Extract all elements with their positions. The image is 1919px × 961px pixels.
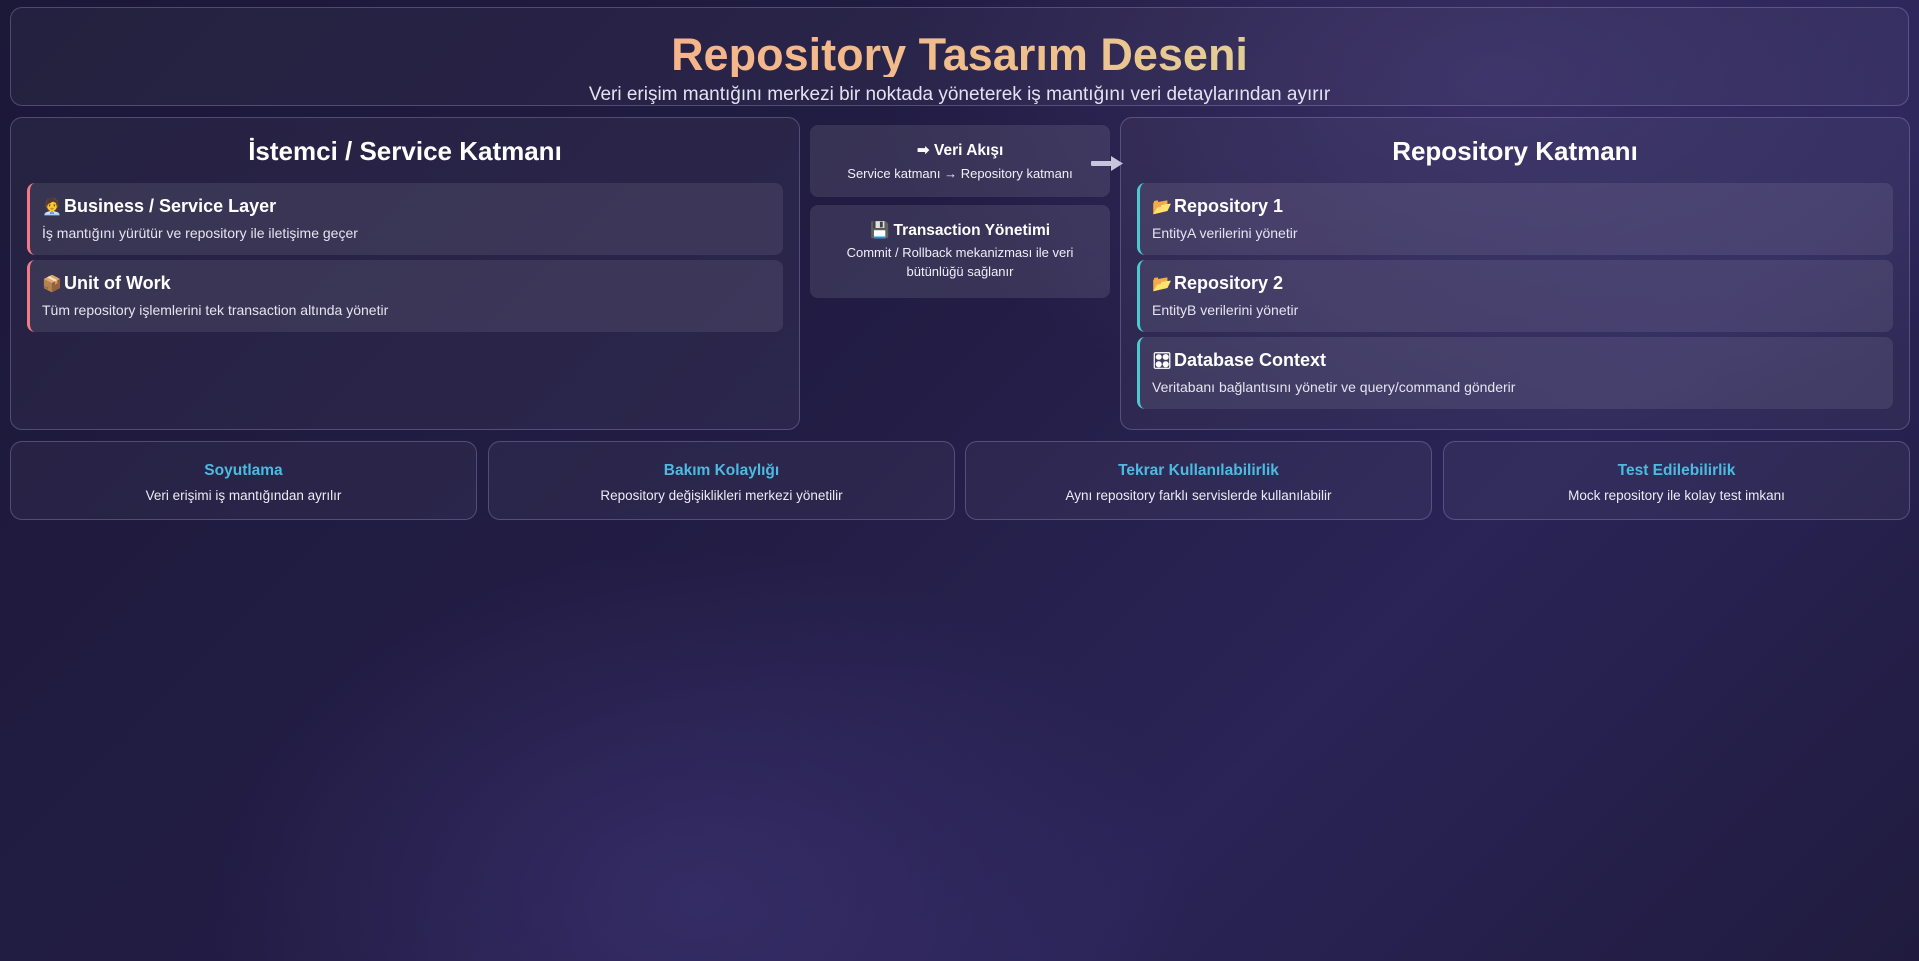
transaction-title: 💾 Transaction Yönetimi [869,222,1051,239]
card-title: Unit of Work [64,273,171,293]
benefit-reusability: Tekrar Kullanılabilirlik Aynı repository… [965,441,1432,520]
unit-of-work-card: 📦 Unit of Work Tüm repository işlemlerini… [27,260,783,332]
card-description: İş mantığını yürütür ve repository ile i… [42,225,358,241]
card-title: Repository 1 [1174,196,1284,216]
header-panel: Repository Tasarım Deseni Veri erişim ma… [10,7,1909,106]
benefit-description: Repository değişiklikleri merkezi yöneti… [600,488,843,503]
repository-2-card: 📂 Repository 2 EntityB verilerini yönetir [1137,260,1893,332]
data-flow-title: ➡ Veri Akışı [916,142,1004,159]
benefit-description: Mock repository ile kolay test imkanı [1568,488,1785,503]
control-knobs-icon: 🎛 [1152,353,1173,370]
client-service-layer-panel: İstemci / Service Katmanı 🧑‍💼 Business / … [10,117,800,430]
card-description: Tüm repository işlemlerini tek transacti… [42,302,389,318]
page-subtitle: Veri erişim mantığını merkezi bir noktad… [588,84,1331,105]
folder-icon: 📂 [1152,276,1172,293]
benefit-testability: Test Edilebilirlik Mock repository ile k… [1443,441,1910,520]
database-context-card: 🎛Database Context Veritabanı bağlantısın… [1137,337,1893,409]
benefit-maintainability: Bakım Kolaylığı Repository değişiklikler… [488,441,955,520]
transaction-management-box: 💾 Transaction Yönetimi Commit / Rollback… [810,205,1110,298]
benefit-title: Test Edilebilirlik [1617,462,1736,479]
card-description: EntityA verilerini yönetir [1152,225,1298,241]
card-title: Business / Service Layer [64,196,277,216]
flow-arrow-icon [1091,156,1123,171]
folder-icon: 📂 [1152,199,1172,216]
benefit-title: Tekrar Kullanılabilirlik [1118,462,1279,479]
repository-1-card: 📂 Repository 1 EntityA verilerini yönetir [1137,183,1893,255]
client-layer-title: İstemci / Service Katmanı [248,136,562,166]
package-icon: 📦 [42,276,62,293]
benefit-title: Bakım Kolaylığı [663,462,780,479]
card-description: Veritabanı bağlantısını yönetir ve query… [1152,379,1516,395]
transaction-description: Commit / Rollback mekanizması ile veri b… [846,245,1074,279]
repository-layer-panel: Repository Katmanı 📂 Repository 1 EntityA… [1120,117,1910,430]
card-description: EntityB verilerini yönetir [1152,302,1299,318]
business-service-layer-card: 🧑‍💼 Business / Service Layer İş mantığını… [27,183,783,255]
benefit-title: Soyutlama [204,462,283,479]
card-title: Database Context [1174,350,1327,370]
benefit-description: Aynı repository farklı servislerde kulla… [1065,488,1332,503]
benefit-description: Veri erişimi iş mantığından ayrılır [145,488,342,503]
data-flow-description: Service katmanı → Repository katmanı [847,166,1073,181]
repository-layer-title: Repository Katmanı [1392,136,1638,166]
businessperson-icon: 🧑‍💼 [42,199,62,216]
benefit-abstraction: Soyutlama Veri erişimi iş mantığından ay… [10,441,477,520]
page-title: Repository Tasarım Deseni [11,32,1908,77]
card-title: Repository 2 [1174,273,1284,293]
data-flow-box: ➡ Veri Akışı Service katmanı → Repositor… [810,125,1110,197]
